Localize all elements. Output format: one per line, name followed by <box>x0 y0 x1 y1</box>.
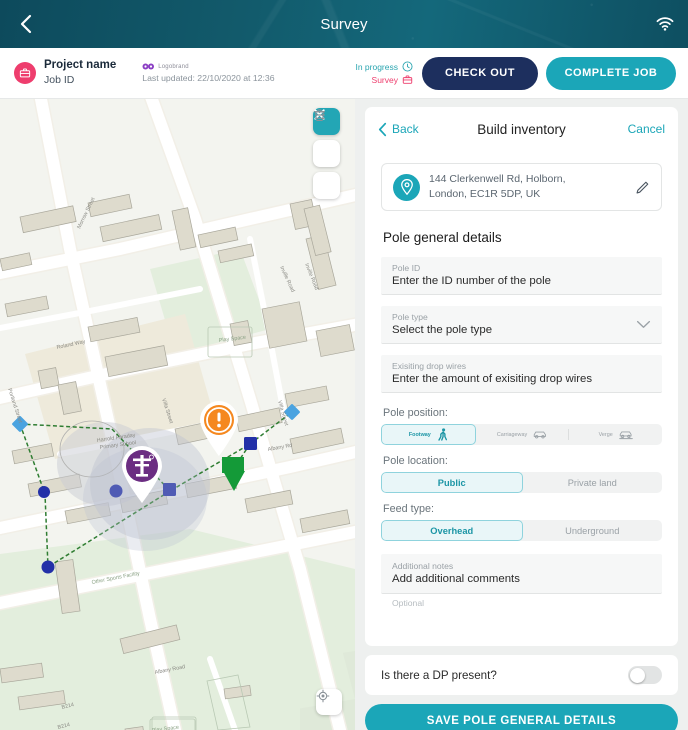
address-card[interactable]: 144 Clerkenwell Rd, Holborn, London, EC1… <box>381 163 662 211</box>
segment-overhead[interactable]: Overhead <box>381 520 523 541</box>
panel-back-label: Back <box>392 122 419 136</box>
wifi-status-icon <box>656 17 674 31</box>
brand-and-timestamp: Logobrand Last updated: 22/10/2020 at 12… <box>142 63 275 83</box>
map-canvas: .bld { fill:#dedbcd; stroke:#a9a79b; str… <box>0 99 355 730</box>
group-label-pole-position: Pole position: <box>383 407 448 419</box>
toggle-knob <box>630 667 645 683</box>
project-badge <box>14 62 36 84</box>
section-title: Pole general details <box>383 230 502 245</box>
location-pin-icon <box>400 179 413 195</box>
main-content: .bld { fill:#dedbcd; stroke:#a9a79b; str… <box>0 99 688 730</box>
job-id: Job ID <box>44 74 75 87</box>
status-type-label: Survey <box>371 74 398 85</box>
map-controls <box>313 108 340 199</box>
map-delete-button[interactable] <box>313 109 340 199</box>
toolbox-icon <box>402 75 413 84</box>
job-status-group: In progress Survey <box>355 61 413 85</box>
last-updated-text: Last updated: 22/10/2020 at 12:36 <box>142 73 275 83</box>
project-identity: Project name Job ID <box>44 59 116 86</box>
save-pole-details-button[interactable]: SAVE POLE GENERAL DETAILS <box>365 704 678 730</box>
inventory-panel: Back Build inventory Cancel 144 Clerkenw <box>355 99 688 730</box>
field-pole-id[interactable]: Pole ID Enter the ID number of the pole <box>381 257 662 295</box>
segmented-feed-type: Overhead Underground <box>381 520 662 541</box>
address-line-1: 144 Clerkenwell Rd, Holborn, <box>429 172 566 185</box>
group-label-feed-type: Feed type: <box>383 503 435 515</box>
walking-person-icon <box>438 428 447 441</box>
field-label: Pole ID <box>392 263 421 273</box>
segment-label: Footway <box>408 431 431 438</box>
segment-private-land[interactable]: Private land <box>523 472 663 493</box>
status-job-type: Survey <box>372 74 413 85</box>
briefcase-icon <box>19 68 31 78</box>
warning-exclamation-pin <box>200 401 238 456</box>
segment-carriageway[interactable]: Carriageway <box>476 424 569 445</box>
field-value: Select the pole type <box>392 324 493 336</box>
dp-present-row: Is there a DP present? <box>365 655 678 695</box>
segment-label: Carriageway <box>496 431 528 438</box>
car-verge-icon <box>618 431 633 439</box>
logo-brand: Logobrand <box>142 63 274 70</box>
field-additional-notes[interactable]: Additional notes Add additional comments <box>381 554 662 594</box>
field-label: Exisiting drop wires <box>392 361 467 371</box>
car-icon <box>533 431 547 439</box>
map-layers-button[interactable] <box>313 111 340 167</box>
dp-present-toggle[interactable] <box>628 666 662 684</box>
address-line-2: London, EC1R 5DP, UK <box>429 188 541 200</box>
field-pole-type[interactable]: Pole type Select the pole type <box>381 306 662 344</box>
field-value: Enter the amount of exisiting drop wires <box>392 373 593 385</box>
segment-footway[interactable]: Footway <box>381 424 476 445</box>
field-value: Enter the ID number of the pole <box>392 275 551 287</box>
panel-back-button[interactable]: Back <box>378 122 419 137</box>
segment-verge[interactable]: Verge <box>569 424 662 445</box>
check-out-button[interactable]: CHECK OUT <box>422 56 538 90</box>
map-locate-button[interactable] <box>316 689 342 715</box>
chevron-left-icon <box>378 122 387 136</box>
notes-label: Additional notes <box>392 561 454 571</box>
notes-optional-hint: Optional <box>392 598 425 608</box>
chevron-down-icon <box>636 316 651 334</box>
complete-job-button[interactable]: COMPLETE JOB <box>546 56 676 90</box>
project-name: Project name <box>44 59 117 72</box>
status-progress-label: In progress <box>355 61 398 72</box>
status-in-progress: In progress <box>355 61 413 72</box>
segment-label: Verge <box>598 431 613 438</box>
address-pin-badge <box>393 173 420 201</box>
group-label-pole-location: Pole location: <box>383 455 448 467</box>
field-label: Pole type <box>392 312 428 322</box>
logo-mark-icon <box>142 63 155 70</box>
project-header-bar: Project name Job ID Logobrand Last updat… <box>0 48 688 99</box>
page-title: Survey <box>320 15 368 33</box>
segment-public[interactable]: Public <box>381 472 523 493</box>
utility-pole-pin <box>122 446 162 503</box>
segment-underground[interactable]: Underground <box>523 520 663 541</box>
panel-form-body: 144 Clerkenwell Rd, Holborn, London, EC1… <box>365 151 678 646</box>
address-edit-button[interactable] <box>635 180 650 195</box>
trash-icon <box>314 109 325 122</box>
crosshair-locate-icon <box>316 689 330 703</box>
pencil-edit-icon <box>636 181 649 193</box>
dp-present-label: Is there a DP present? <box>381 668 497 682</box>
address-text: 144 Clerkenwell Rd, Holborn, London, EC1… <box>429 172 566 202</box>
notes-value: Add additional comments <box>392 573 520 585</box>
clock-icon <box>402 61 413 72</box>
segmented-pole-location: Public Private land <box>381 472 662 493</box>
segmented-pole-position: Footway Carriageway Verge <box>381 424 662 445</box>
field-existing-drop-wires[interactable]: Exisiting drop wires Enter the amount of… <box>381 355 662 393</box>
map-view[interactable]: .bld { fill:#dedbcd; stroke:#a9a79b; str… <box>0 99 355 730</box>
panel-header: Back Build inventory Cancel <box>365 107 678 151</box>
app-root: Survey Project name Job ID Logobrand Las… <box>0 0 688 730</box>
top-navigation-bar: Survey <box>0 0 688 48</box>
logo-brand-text: Logobrand <box>158 63 189 70</box>
panel-cancel-button[interactable]: Cancel <box>628 122 665 136</box>
